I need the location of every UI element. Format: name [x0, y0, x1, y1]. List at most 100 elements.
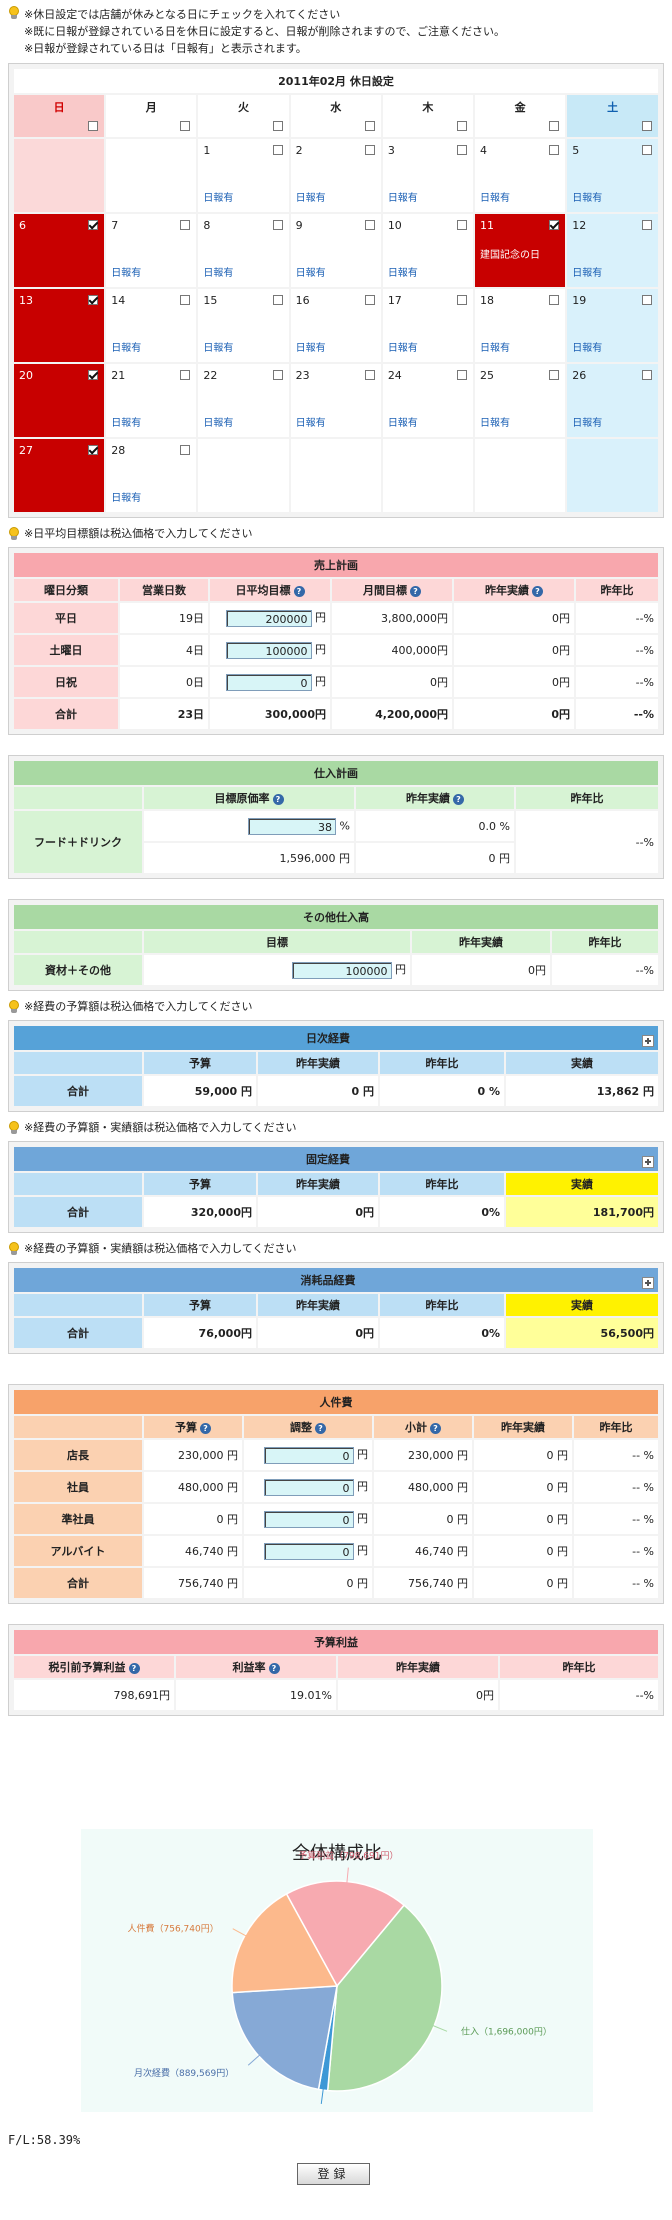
weekday-checkbox[interactable]	[457, 121, 468, 131]
nippou-link[interactable]: 日報有	[296, 414, 326, 429]
expand-plus-icon[interactable]	[642, 1276, 654, 1289]
holiday-checkbox[interactable]	[364, 370, 375, 380]
help-icon[interactable]: ?	[200, 1422, 211, 1434]
nippou-link[interactable]: 日報有	[111, 414, 141, 429]
holiday-checkbox[interactable]	[88, 370, 99, 380]
holiday-checkbox[interactable]	[457, 370, 468, 380]
calendar-day[interactable]: 5 日報有	[567, 139, 658, 212]
holiday-checkbox[interactable]	[364, 295, 375, 305]
calendar-day[interactable]: 26 日報有	[567, 364, 658, 437]
adjust-input[interactable]: 0	[263, 1446, 354, 1464]
expand-plus-icon[interactable]	[642, 1034, 654, 1047]
help-icon[interactable]: ?	[293, 585, 305, 597]
holiday-checkbox[interactable]	[642, 370, 652, 380]
adjust-input[interactable]: 0	[263, 1542, 354, 1560]
help-icon[interactable]: ?	[532, 585, 543, 597]
calendar-day[interactable]: 16 日報有	[290, 289, 381, 362]
calendar-day[interactable]: 23 日報有	[290, 364, 381, 437]
holiday-checkbox[interactable]	[549, 145, 560, 155]
calendar-day[interactable]: 10 日報有	[382, 214, 474, 287]
nippou-link[interactable]: 日報有	[388, 339, 418, 354]
holiday-checkbox[interactable]	[272, 295, 283, 305]
nippou-link[interactable]: 日報有	[203, 189, 233, 204]
nippou-link[interactable]: 日報有	[111, 264, 141, 279]
weekday-checkbox[interactable]	[364, 121, 375, 131]
holiday-checkbox[interactable]	[457, 295, 468, 305]
adjust-input[interactable]: 0	[263, 1478, 354, 1496]
calendar-day[interactable]: 25 日報有	[475, 364, 566, 437]
avg-target-input[interactable]: 100000	[225, 641, 312, 659]
nippou-link[interactable]: 日報有	[480, 414, 510, 429]
expand-plus-icon[interactable]	[642, 1155, 654, 1168]
nippou-link[interactable]: 日報有	[111, 489, 141, 504]
holiday-checkbox[interactable]	[457, 145, 468, 155]
help-icon[interactable]: ?	[410, 585, 421, 597]
weekday-checkbox[interactable]	[272, 121, 283, 131]
holiday-checkbox[interactable]	[549, 220, 560, 230]
help-icon[interactable]: ?	[453, 793, 464, 805]
weekday-checkbox[interactable]	[642, 121, 652, 131]
adjust-input[interactable]: 0	[263, 1510, 354, 1528]
calendar-day[interactable]: 15 日報有	[198, 289, 289, 362]
holiday-checkbox[interactable]	[364, 220, 375, 230]
holiday-checkbox[interactable]	[549, 295, 560, 305]
holiday-checkbox[interactable]	[364, 145, 375, 155]
holiday-checkbox[interactable]	[180, 445, 191, 455]
calendar-day[interactable]: 19 日報有	[567, 289, 658, 362]
holiday-checkbox[interactable]	[180, 370, 191, 380]
holiday-checkbox[interactable]	[272, 370, 283, 380]
calendar-day[interactable]: 6	[14, 214, 105, 287]
weekday-checkbox[interactable]	[549, 121, 560, 131]
holiday-checkbox[interactable]	[642, 220, 652, 230]
calendar-day[interactable]: 14 日報有	[106, 289, 197, 362]
holiday-checkbox[interactable]	[642, 295, 652, 305]
nippou-link[interactable]: 日報有	[572, 189, 602, 204]
nippou-link[interactable]: 日報有	[296, 264, 326, 279]
avg-target-input[interactable]: 0	[225, 673, 312, 691]
nippou-link[interactable]: 日報有	[388, 189, 418, 204]
nippou-link[interactable]: 日報有	[480, 189, 510, 204]
nippou-link[interactable]: 日報有	[203, 339, 233, 354]
help-icon[interactable]: ?	[268, 1662, 280, 1674]
calendar-day[interactable]: 3 日報有	[382, 139, 474, 212]
nippou-link[interactable]: 日報有	[480, 339, 510, 354]
holiday-checkbox[interactable]	[642, 145, 652, 155]
help-icon[interactable]: ?	[128, 1662, 140, 1674]
holiday-checkbox[interactable]	[272, 145, 283, 155]
help-icon[interactable]: ?	[272, 793, 284, 805]
calendar-day[interactable]: 2 日報有	[290, 139, 381, 212]
nippou-link[interactable]: 日報有	[388, 414, 418, 429]
nippou-link[interactable]: 日報有	[203, 264, 233, 279]
nippou-link[interactable]: 日報有	[572, 339, 602, 354]
holiday-checkbox[interactable]	[180, 295, 191, 305]
help-icon[interactable]: ?	[430, 1422, 441, 1434]
calendar-day[interactable]: 7 日報有	[106, 214, 197, 287]
calendar-day[interactable]: 13	[14, 289, 105, 362]
nippou-link[interactable]: 日報有	[572, 414, 602, 429]
holiday-checkbox[interactable]	[549, 370, 560, 380]
calendar-day[interactable]: 9 日報有	[290, 214, 381, 287]
register-button[interactable]: 登録	[297, 2163, 370, 2185]
cost-rate-input[interactable]: 38	[248, 817, 337, 835]
calendar-day[interactable]: 8 日報有	[198, 214, 289, 287]
calendar-day[interactable]: 27	[14, 439, 105, 512]
calendar-day[interactable]: 4 日報有	[475, 139, 566, 212]
calendar-day[interactable]: 17 日報有	[382, 289, 474, 362]
calendar-day[interactable]: 22 日報有	[198, 364, 289, 437]
holiday-checkbox[interactable]	[457, 220, 468, 230]
calendar-day[interactable]: 24 日報有	[382, 364, 474, 437]
weekday-checkbox[interactable]	[88, 121, 99, 131]
avg-target-input[interactable]: 200000	[225, 609, 312, 627]
calendar-day[interactable]: 12 日報有	[567, 214, 658, 287]
nippou-link[interactable]: 日報有	[111, 339, 141, 354]
holiday-checkbox[interactable]	[272, 220, 283, 230]
calendar-day[interactable]: 18 日報有	[475, 289, 566, 362]
calendar-day[interactable]: 1 日報有	[198, 139, 289, 212]
calendar-day[interactable]: 11 建国記念の日	[475, 214, 566, 287]
calendar-day[interactable]: 20	[14, 364, 105, 437]
holiday-checkbox[interactable]	[88, 295, 99, 305]
nippou-link[interactable]: 日報有	[388, 264, 418, 279]
holiday-checkbox[interactable]	[180, 220, 191, 230]
calendar-day[interactable]: 28 日報有	[106, 439, 197, 512]
nippou-link[interactable]: 日報有	[296, 339, 326, 354]
